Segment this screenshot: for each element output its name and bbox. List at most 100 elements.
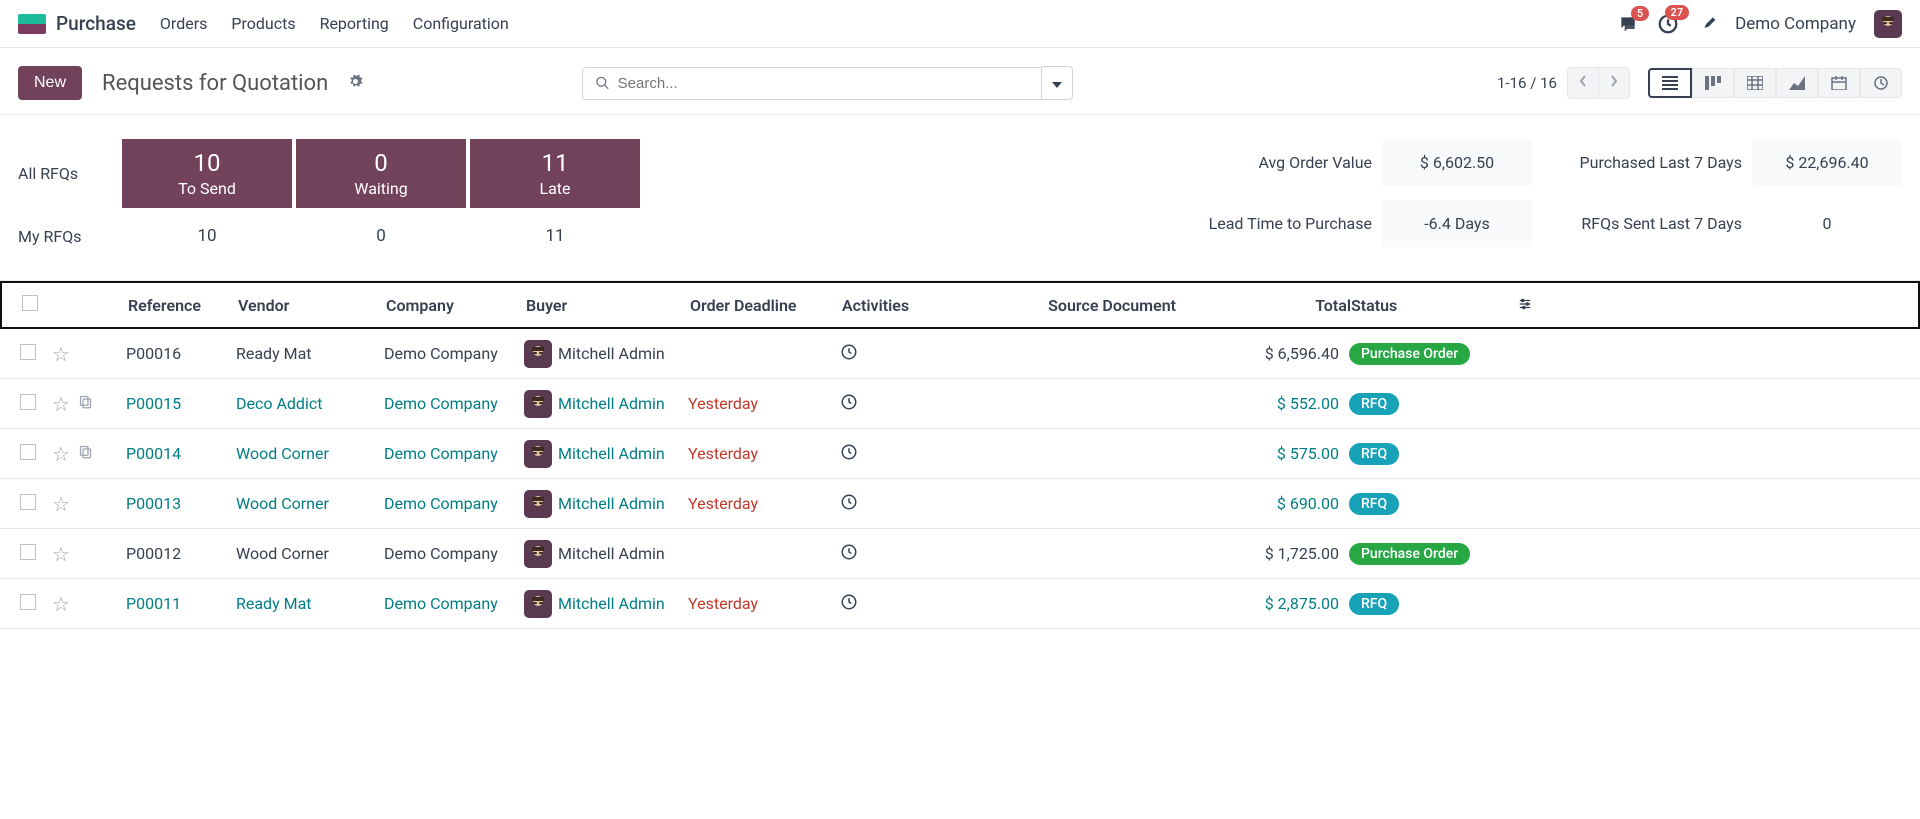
row-checkbox[interactable] bbox=[20, 594, 36, 610]
col-buyer[interactable]: Buyer bbox=[526, 296, 690, 315]
cell-company[interactable]: Demo Company bbox=[384, 344, 498, 363]
cell-company[interactable]: Demo Company bbox=[384, 594, 498, 613]
pager-text[interactable]: 1-16 / 16 bbox=[1497, 74, 1557, 92]
col-vendor[interactable]: Vendor bbox=[238, 296, 386, 315]
new-button[interactable]: New bbox=[18, 66, 82, 100]
cell-vendor[interactable]: Wood Corner bbox=[236, 444, 329, 463]
star-icon[interactable]: ☆ bbox=[52, 492, 70, 516]
my-to-send[interactable]: 10 bbox=[122, 216, 292, 256]
row-checkbox[interactable] bbox=[20, 544, 36, 560]
messages-icon[interactable]: 5 bbox=[1617, 14, 1639, 34]
view-pivot[interactable] bbox=[1734, 68, 1776, 98]
sent7-val[interactable]: 0 bbox=[1752, 200, 1902, 247]
lead-val[interactable]: -6.4 Days bbox=[1382, 200, 1532, 247]
table-row[interactable]: ☆ P00013 Wood Corner Demo Company Mitche… bbox=[0, 479, 1920, 529]
copy-button[interactable] bbox=[78, 394, 93, 413]
col-reference[interactable]: Reference bbox=[128, 296, 238, 315]
company-name[interactable]: Demo Company bbox=[1735, 14, 1856, 34]
col-deadline[interactable]: Order Deadline bbox=[690, 296, 842, 315]
pager-next[interactable] bbox=[1598, 67, 1630, 99]
cell-reference[interactable]: P00012 bbox=[126, 544, 181, 563]
cell-vendor[interactable]: Wood Corner bbox=[236, 544, 329, 563]
search-box[interactable] bbox=[582, 67, 1042, 100]
summary-dashboard: All RFQs 10 To Send 0 Waiting 11 Late My… bbox=[0, 115, 1920, 281]
menu-configuration[interactable]: Configuration bbox=[413, 14, 509, 33]
table-row[interactable]: ☆ P00014 Wood Corner Demo Company Mitche… bbox=[0, 429, 1920, 479]
cell-activity[interactable] bbox=[840, 493, 974, 515]
avg-order-val[interactable]: $ 6,602.50 bbox=[1382, 139, 1532, 186]
cell-vendor[interactable]: Ready Mat bbox=[236, 344, 312, 363]
view-activity[interactable] bbox=[1860, 68, 1902, 98]
gear-icon[interactable] bbox=[348, 74, 363, 93]
col-company[interactable]: Company bbox=[386, 296, 526, 315]
cell-buyer[interactable]: Mitchell Admin bbox=[524, 390, 688, 418]
purch7-val[interactable]: $ 22,696.40 bbox=[1752, 139, 1902, 186]
menu-reporting[interactable]: Reporting bbox=[320, 14, 389, 33]
cell-buyer[interactable]: Mitchell Admin bbox=[524, 440, 688, 468]
col-settings[interactable] bbox=[1483, 296, 1543, 315]
card-to-send[interactable]: 10 To Send bbox=[122, 139, 292, 208]
col-activities[interactable]: Activities bbox=[842, 296, 976, 315]
my-rfqs-label[interactable]: My RFQs bbox=[18, 219, 118, 254]
star-icon[interactable]: ☆ bbox=[52, 542, 70, 566]
cell-activity[interactable] bbox=[840, 593, 974, 615]
copy-button[interactable] bbox=[78, 444, 93, 463]
app-logo[interactable] bbox=[18, 14, 46, 34]
cell-vendor[interactable]: Deco Addict bbox=[236, 394, 322, 413]
card-waiting[interactable]: 0 Waiting bbox=[296, 139, 466, 208]
card-late[interactable]: 11 Late bbox=[470, 139, 640, 208]
row-checkbox[interactable] bbox=[20, 494, 36, 510]
cell-reference[interactable]: P00011 bbox=[126, 594, 181, 613]
col-source[interactable]: Source Document bbox=[976, 296, 1176, 315]
select-all-checkbox[interactable] bbox=[22, 295, 38, 311]
graph-view-icon bbox=[1789, 76, 1805, 90]
star-icon[interactable]: ☆ bbox=[52, 592, 70, 616]
cell-reference[interactable]: P00013 bbox=[126, 494, 181, 513]
table-row[interactable]: ☆ P00012 Wood Corner Demo Company Mitche… bbox=[0, 529, 1920, 579]
cell-buyer[interactable]: Mitchell Admin bbox=[524, 590, 688, 618]
cell-company[interactable]: Demo Company bbox=[384, 444, 498, 463]
app-title[interactable]: Purchase bbox=[56, 12, 136, 35]
row-checkbox[interactable] bbox=[20, 444, 36, 460]
pager-prev[interactable] bbox=[1567, 67, 1598, 99]
view-list[interactable] bbox=[1648, 68, 1692, 98]
table-row[interactable]: ☆ P00015 Deco Addict Demo Company Mitche… bbox=[0, 379, 1920, 429]
menu-orders[interactable]: Orders bbox=[160, 14, 207, 33]
cell-activity[interactable] bbox=[840, 543, 974, 565]
cell-activity[interactable] bbox=[840, 393, 974, 415]
search-input[interactable] bbox=[618, 75, 1029, 92]
view-kanban[interactable] bbox=[1692, 68, 1734, 98]
cell-company[interactable]: Demo Company bbox=[384, 394, 498, 413]
cell-reference[interactable]: P00015 bbox=[126, 394, 181, 413]
cell-vendor[interactable]: Ready Mat bbox=[236, 594, 312, 613]
cell-reference[interactable]: P00014 bbox=[126, 444, 181, 463]
star-icon[interactable]: ☆ bbox=[52, 392, 70, 416]
view-graph[interactable] bbox=[1776, 68, 1818, 98]
table-row[interactable]: ☆ P00016 Ready Mat Demo Company Mitchell… bbox=[0, 329, 1920, 379]
col-status[interactable]: Status bbox=[1351, 296, 1483, 315]
cell-buyer[interactable]: Mitchell Admin bbox=[524, 490, 688, 518]
cell-activity[interactable] bbox=[840, 443, 974, 465]
row-checkbox[interactable] bbox=[20, 344, 36, 360]
cell-company[interactable]: Demo Company bbox=[384, 544, 498, 563]
search-dropdown-toggle[interactable] bbox=[1042, 66, 1073, 100]
cell-vendor[interactable]: Wood Corner bbox=[236, 494, 329, 513]
cell-buyer[interactable]: Mitchell Admin bbox=[524, 540, 688, 568]
star-icon[interactable]: ☆ bbox=[52, 442, 70, 466]
tools-icon[interactable] bbox=[1697, 14, 1717, 34]
cell-reference[interactable]: P00016 bbox=[126, 344, 181, 363]
table-row[interactable]: ☆ P00011 Ready Mat Demo Company Mitchell… bbox=[0, 579, 1920, 629]
view-calendar[interactable] bbox=[1818, 68, 1860, 98]
my-waiting[interactable]: 0 bbox=[296, 216, 466, 256]
my-late[interactable]: 11 bbox=[470, 216, 640, 256]
all-rfqs-label[interactable]: All RFQs bbox=[18, 156, 118, 191]
user-avatar[interactable] bbox=[1874, 10, 1902, 38]
row-checkbox[interactable] bbox=[20, 394, 36, 410]
star-icon[interactable]: ☆ bbox=[52, 342, 70, 366]
cell-buyer[interactable]: Mitchell Admin bbox=[524, 340, 688, 368]
menu-products[interactable]: Products bbox=[231, 14, 295, 33]
cell-activity[interactable] bbox=[840, 343, 974, 365]
cell-company[interactable]: Demo Company bbox=[384, 494, 498, 513]
col-total[interactable]: Total bbox=[1176, 296, 1351, 315]
activities-icon[interactable]: 27 bbox=[1657, 13, 1679, 35]
